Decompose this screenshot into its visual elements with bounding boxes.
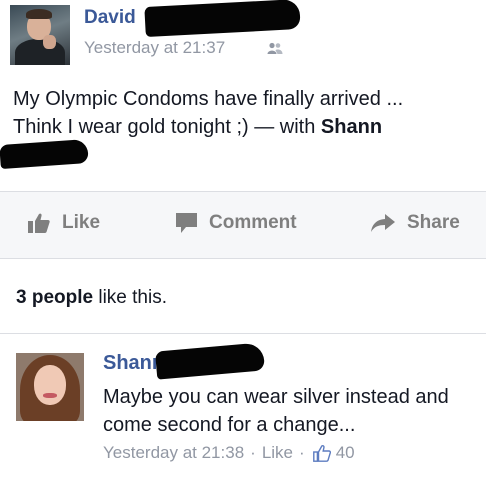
likes-suffix: like this. xyxy=(93,287,167,308)
friends-icon xyxy=(267,42,283,54)
comment-button-label: Comment xyxy=(209,212,297,233)
meta-separator: · xyxy=(299,443,305,462)
likes-summary: 3 people like this. xyxy=(16,287,167,309)
like-button-label: Like xyxy=(62,212,101,233)
commenter-avatar[interactable] xyxy=(16,353,84,421)
comment-like-link[interactable]: Like xyxy=(262,443,293,463)
post-text-line2: Think I wear gold tonight ;) — with Shan… xyxy=(13,113,478,141)
post-actions-bar: Like Comment Share xyxy=(0,192,486,258)
comment-button[interactable]: Comment xyxy=(176,212,297,234)
likes-count-link[interactable]: 3 people xyxy=(16,287,93,308)
redaction-mark xyxy=(144,0,301,38)
meta-separator: · xyxy=(250,443,256,462)
divider xyxy=(0,258,486,259)
post-text-with: Think I wear gold tonight ;) — with xyxy=(13,116,321,138)
post-header: David Yesterday at 21:37 xyxy=(10,0,480,67)
share-icon xyxy=(371,214,395,232)
comment-icon xyxy=(176,213,197,233)
comment-meta: Yesterday at 21:38 · Like · 40 xyxy=(103,443,355,463)
comment-timestamp[interactable]: Yesterday at 21:38 xyxy=(103,443,244,463)
redaction-mark xyxy=(154,342,266,380)
redaction-mark xyxy=(0,138,89,170)
post-author-name[interactable]: David xyxy=(84,7,136,29)
share-button-label: Share xyxy=(407,212,460,233)
divider xyxy=(0,333,486,334)
comment-text: Maybe you can wear silver instead and co… xyxy=(103,386,449,436)
comment-author-name[interactable]: Shann xyxy=(103,352,164,375)
like-icon xyxy=(28,213,50,233)
share-button[interactable]: Share xyxy=(371,212,460,234)
comment-like-count[interactable]: 40 xyxy=(336,443,355,463)
post-text-line1: My Olympic Condoms have finally arrived … xyxy=(13,88,404,110)
like-button[interactable]: Like xyxy=(28,212,100,234)
author-avatar[interactable] xyxy=(10,5,70,65)
post-text: My Olympic Condoms have finally arrived … xyxy=(13,85,478,141)
tagged-friend-name[interactable]: Shann xyxy=(321,116,382,138)
post-timestamp[interactable]: Yesterday at 21:37 xyxy=(84,38,225,58)
thumbs-up-icon xyxy=(312,444,331,462)
